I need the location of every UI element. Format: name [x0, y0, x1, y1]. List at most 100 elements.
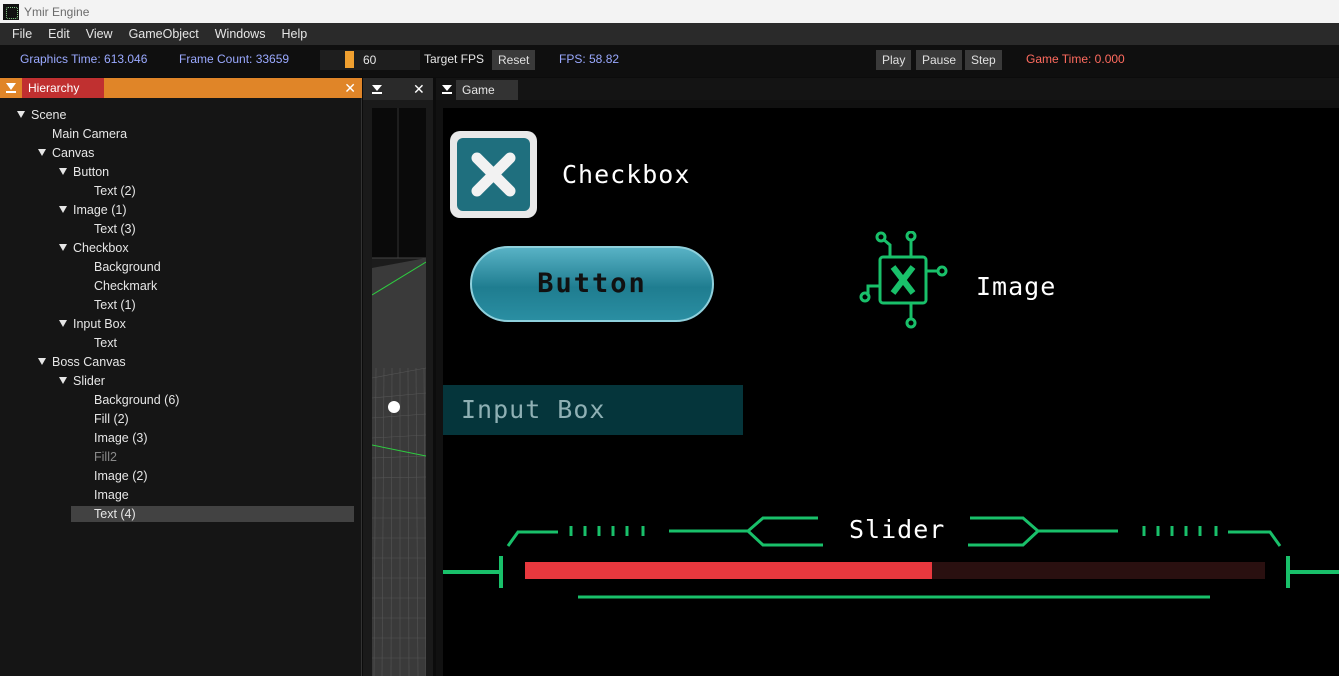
expand-arrow-icon[interactable] [59, 244, 67, 251]
target-fps-slider[interactable]: 60 [320, 50, 420, 70]
image-label: Image [976, 272, 1057, 301]
expand-arrow-icon[interactable] [17, 111, 25, 118]
panel-menu-icon[interactable] [372, 85, 382, 91]
hierarchy-node-label: Fill (2) [94, 412, 129, 426]
hierarchy-node[interactable]: Fill2 [0, 448, 360, 467]
hierarchy-node-label: Checkmark [94, 279, 158, 293]
fps-slider-value: 60 [363, 53, 377, 67]
hierarchy-node-label: Fill2 [94, 450, 117, 464]
slider-label: Slider [849, 515, 946, 544]
ui-checkbox[interactable] [450, 131, 537, 218]
expand-arrow-icon[interactable] [59, 168, 67, 175]
chip-icon [859, 231, 948, 329]
expand-arrow-icon[interactable] [38, 149, 46, 156]
hierarchy-node-label: Image [94, 488, 129, 502]
hierarchy-node[interactable]: Background [0, 258, 360, 277]
hierarchy-node[interactable]: Text (1) [0, 296, 360, 315]
expand-arrow-icon[interactable] [38, 358, 46, 365]
menu-windows[interactable]: Windows [207, 23, 274, 45]
panel-menu-icon[interactable] [6, 83, 16, 90]
tab-game[interactable]: Game [456, 80, 518, 100]
hierarchy-node[interactable]: Image (2) [0, 467, 360, 486]
hierarchy-node[interactable]: Text (3) [0, 220, 360, 239]
hierarchy-node-label: Input Box [73, 317, 126, 331]
hierarchy-node-label: Text (4) [94, 507, 136, 521]
hierarchy-node[interactable]: Slider [0, 372, 360, 391]
game-header: Game [436, 78, 1339, 100]
menu-gameobject[interactable]: GameObject [121, 23, 207, 45]
hierarchy-node[interactable]: Checkmark [0, 277, 360, 296]
hierarchy-node[interactable]: Main Camera [0, 125, 360, 144]
frame-count: Frame Count: 33659 [179, 52, 290, 66]
ui-button[interactable]: Button [470, 246, 714, 322]
close-icon[interactable]: ✕ [344, 78, 356, 98]
pause-button[interactable]: Pause [916, 50, 963, 70]
hierarchy-node-label: Text (1) [94, 298, 136, 312]
panel-menu-icon[interactable] [442, 85, 452, 91]
expand-arrow-icon[interactable] [59, 206, 67, 213]
game-viewport: Checkbox Button Image Input Box Slider [443, 108, 1339, 676]
scene-viewport[interactable] [372, 108, 426, 676]
hierarchy-node[interactable]: Image (3) [0, 429, 360, 448]
hierarchy-node-label: Image (2) [94, 469, 148, 483]
hierarchy-node-label: Checkbox [73, 241, 129, 255]
scene-panel: ✕ [363, 78, 433, 676]
hierarchy-node[interactable]: Input Box [0, 315, 360, 334]
window-title: Ymir Engine [24, 4, 90, 19]
menu-bar: File Edit View GameObject Windows Help [0, 23, 1339, 45]
hierarchy-node[interactable]: Scene [0, 106, 360, 125]
ui-input-box[interactable]: Input Box [443, 385, 743, 435]
toolbar: Graphics Time: 613.046 Frame Count: 3365… [0, 45, 1339, 77]
close-icon[interactable]: ✕ [413, 78, 425, 100]
hierarchy-node[interactable]: Canvas [0, 144, 360, 163]
reset-button[interactable]: Reset [492, 50, 536, 70]
slider-track[interactable] [525, 562, 1265, 579]
game-panel: Game Checkbox Button Image Input Box Sli… [436, 78, 1339, 676]
tab-hierarchy[interactable]: Hierarchy [22, 78, 104, 98]
checkmark-x-icon [471, 152, 516, 197]
menu-edit[interactable]: Edit [40, 23, 78, 45]
hierarchy-node-label: Boss Canvas [52, 355, 126, 369]
scene-header: ✕ [363, 78, 433, 100]
expand-arrow-icon[interactable] [59, 377, 67, 384]
hierarchy-node[interactable]: Background (6) [0, 391, 360, 410]
slider-fill [525, 562, 932, 579]
hierarchy-node[interactable]: Text (4) [0, 505, 360, 524]
hierarchy-node[interactable]: Text [0, 334, 360, 353]
hierarchy-node[interactable]: Text (2) [0, 182, 360, 201]
hierarchy-node-label: Button [73, 165, 110, 179]
hierarchy-node-label: Scene [31, 108, 67, 122]
menu-help[interactable]: Help [273, 23, 315, 45]
menu-view[interactable]: View [78, 23, 121, 45]
title-bar: Ymir Engine [0, 0, 1339, 23]
graphics-time: Graphics Time: 613.046 [20, 52, 148, 66]
menu-file[interactable]: File [0, 23, 40, 45]
fps-readout: FPS: 58.82 [559, 52, 620, 66]
hierarchy-node-label: Slider [73, 374, 105, 388]
hierarchy-panel: Hierarchy ✕ Scene Main Camera Canvas Button… [0, 78, 362, 676]
hierarchy-node[interactable]: Button [0, 163, 360, 182]
checkbox-background [457, 138, 530, 211]
expand-arrow-icon[interactable] [59, 320, 67, 327]
hierarchy-node[interactable]: Fill (2) [0, 410, 360, 429]
hierarchy-node-label: Text (3) [94, 222, 136, 236]
hierarchy-node[interactable]: Image [0, 486, 360, 505]
hierarchy-node-label: Image (3) [94, 431, 148, 445]
hierarchy-node-label: Background (6) [94, 393, 180, 407]
hierarchy-node-label: Text [94, 336, 117, 350]
hierarchy-node-label: Main Camera [52, 127, 128, 141]
hierarchy-node[interactable]: Image (1) [0, 201, 360, 220]
checkbox-label: Checkbox [562, 160, 691, 189]
input-box-placeholder: Input Box [461, 395, 606, 424]
hierarchy-node-label: Background [94, 260, 161, 274]
step-button[interactable]: Step [965, 50, 1002, 70]
target-fps-label: Target FPS [424, 52, 485, 66]
hierarchy-node-label: Canvas [52, 146, 95, 160]
hierarchy-node-label: Image (1) [73, 203, 127, 217]
hierarchy-node[interactable]: Boss Canvas [0, 353, 360, 372]
button-label: Button [537, 268, 647, 299]
play-button[interactable]: Play [876, 50, 912, 70]
hierarchy-node[interactable]: Checkbox [0, 239, 360, 258]
fps-slider-grab[interactable] [345, 51, 354, 68]
hierarchy-header: Hierarchy ✕ [0, 78, 362, 98]
